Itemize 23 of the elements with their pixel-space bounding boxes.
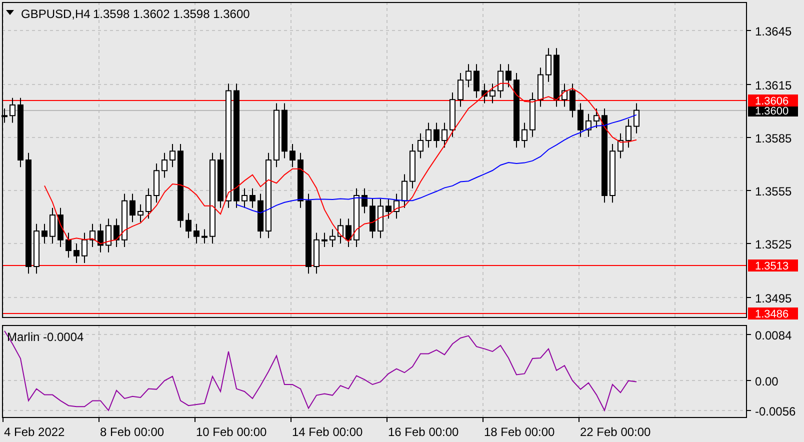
axis-label: 0.0084 [755,328,792,342]
axis-label: 0.00 [755,374,778,388]
price-tag: 1.3513 [748,260,798,272]
axis-label: 1.3555 [755,184,792,198]
price-tag: 1.3606 [748,94,798,108]
time-label: 18 Feb 00:00 [484,425,555,439]
time-label: 8 Feb 00:00 [100,425,164,439]
time-label: 10 Feb 00:00 [196,425,267,439]
axis-label: 1.3525 [755,238,792,252]
axis-label: 1.3615 [755,78,792,92]
axis-label: 1.3645 [755,24,792,38]
indicator-title: Marlin -0.0004 [7,330,84,344]
time-label: 22 Feb 00:00 [580,425,651,439]
time-label: 14 Feb 00:00 [292,425,363,439]
axis-label: 1.3585 [755,132,792,146]
axis-label: 1.3495 [755,292,792,306]
axis-label: -0.0056 [755,404,796,418]
price-tag: 1.3486 [748,308,798,320]
price-quote: 1.3598 1.3602 1.3598 1.3600 [93,7,250,21]
time-label: 4 Feb 2022 [4,425,65,439]
dropdown-triangle-icon [6,10,14,15]
time-label: 16 Feb 00:00 [388,425,459,439]
symbol-label: GBPUSD,H4 [21,7,90,21]
